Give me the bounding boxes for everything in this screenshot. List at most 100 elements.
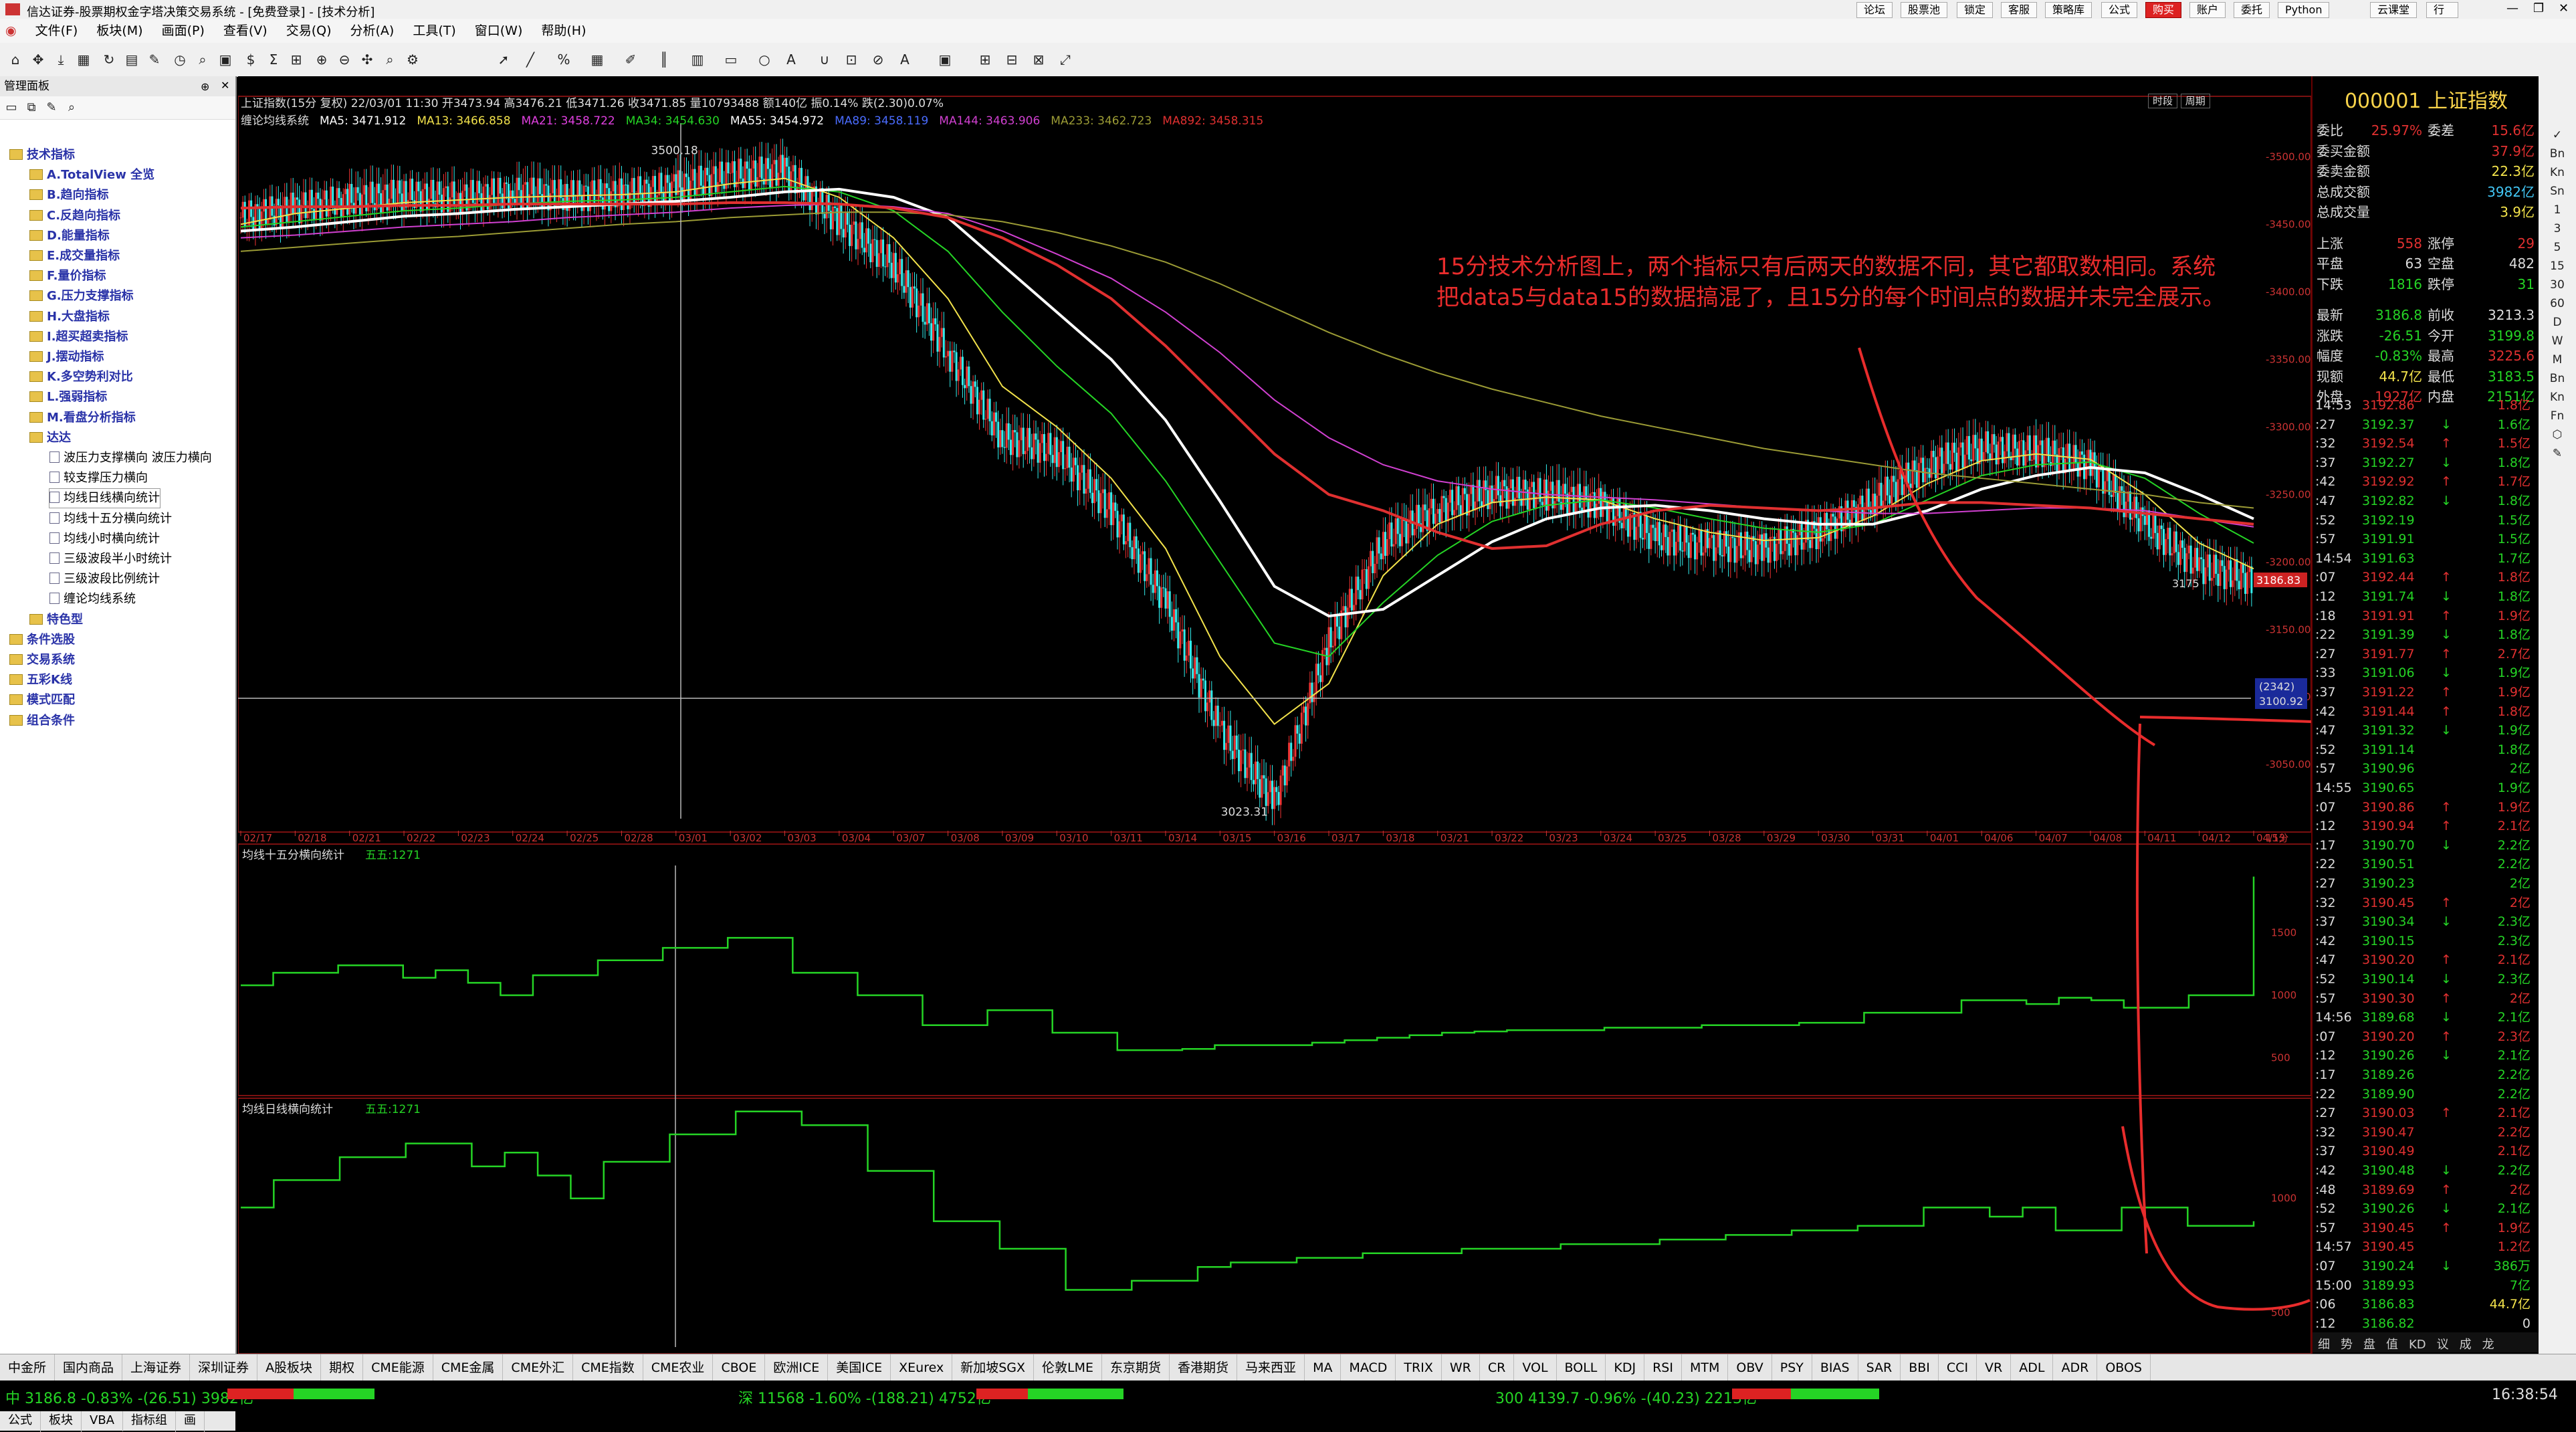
pointer-icon[interactable]: ✥: [29, 51, 47, 68]
edit-icon[interactable]: ✎: [146, 51, 163, 68]
expand-tool-icon[interactable]: ⤢: [1057, 51, 1074, 68]
save-tool-icon[interactable]: ▣: [936, 51, 954, 68]
tree-node-14[interactable]: 达达: [29, 429, 71, 447]
quote-tab-5[interactable]: 议: [2432, 1332, 2454, 1355]
bottom-tab-29[interactable]: MTM: [1682, 1354, 1729, 1381]
menu-item-1[interactable]: 板块(M): [96, 19, 142, 43]
zoom-out-icon[interactable]: ⊖: [336, 51, 353, 68]
bottom-tab-1[interactable]: 国内商品: [55, 1354, 123, 1381]
bottom-tab-38[interactable]: ADR: [2053, 1354, 2098, 1381]
quote-tab-7[interactable]: 龙: [2477, 1332, 2500, 1355]
download-icon[interactable]: ⤓: [52, 51, 70, 68]
magnify-icon[interactable]: ⌕: [381, 51, 399, 68]
panel-close-icon[interactable]: ✕: [221, 79, 229, 92]
tree-node-21[interactable]: 三级波段比例统计: [49, 570, 160, 589]
bottom-tab-27[interactable]: KDJ: [1606, 1354, 1645, 1381]
window-tool-icon[interactable]: ⊟: [1003, 51, 1021, 68]
new-icon[interactable]: ▭: [3, 99, 20, 116]
bottom-tab-26[interactable]: BOLL: [1557, 1354, 1606, 1381]
minimize-icon[interactable]: —: [2506, 1, 2518, 15]
tree-node-22[interactable]: 缠论均线系统: [49, 590, 136, 609]
lock-tool-icon[interactable]: ⊡: [843, 51, 860, 68]
menu-item-8[interactable]: 帮助(H): [541, 19, 586, 43]
quote-tab-3[interactable]: 值: [2381, 1332, 2403, 1355]
menu-item-5[interactable]: 分析(A): [350, 19, 394, 43]
right-tool-icon-14[interactable]: Kn: [2539, 388, 2576, 407]
right-tool-icon-10[interactable]: D: [2539, 313, 2576, 332]
layout-icon[interactable]: ▤: [123, 51, 140, 68]
percent-tool-icon[interactable]: %: [555, 51, 572, 68]
tree-node-5[interactable]: E.成交量指标: [29, 247, 120, 266]
menu-item-4[interactable]: 交易(Q): [286, 19, 332, 43]
home-icon[interactable]: ⌂: [7, 51, 24, 68]
bottom-tab-0[interactable]: 中金所: [0, 1354, 56, 1381]
right-tool-icon-15[interactable]: Fn: [2539, 407, 2576, 425]
menu-item-0[interactable]: 文件(F): [35, 19, 78, 43]
tree-node-13[interactable]: M.看盘分析指标: [29, 409, 136, 427]
right-tool-icon-16[interactable]: ⬡: [2539, 425, 2576, 444]
tab-session[interactable]: 时段: [2148, 94, 2178, 108]
tree-node-6[interactable]: F.量价指标: [29, 267, 106, 286]
menu-item-3[interactable]: 查看(V): [223, 19, 267, 43]
zoom-in-icon[interactable]: ⊕: [313, 51, 330, 68]
tree-node-9[interactable]: I.超买超卖指标: [29, 328, 128, 346]
tree-node-28[interactable]: 组合条件: [9, 712, 75, 730]
tree-node-8[interactable]: H.大盘指标: [29, 308, 110, 326]
bottom-tab-35[interactable]: CCI: [1939, 1354, 1977, 1381]
quote-tab-6[interactable]: 成: [2454, 1332, 2477, 1355]
tree-node-25[interactable]: 交易系统: [9, 651, 75, 670]
rect-tool-icon[interactable]: ▭: [722, 51, 740, 68]
tree-node-1[interactable]: A.TotalView 全览: [29, 166, 154, 185]
menu-item-6[interactable]: 工具(T): [413, 19, 455, 43]
right-tool-icon-12[interactable]: M: [2539, 350, 2576, 369]
bottom-tab-12[interactable]: 欧洲ICE: [765, 1354, 829, 1381]
bottom-tab-13[interactable]: 美国ICE: [828, 1354, 891, 1381]
right-tool-icon-2[interactable]: Kn: [2539, 163, 2576, 182]
table-tool-icon[interactable]: ▦: [588, 51, 606, 68]
calendar-icon[interactable]: ▣: [217, 51, 234, 68]
bottom-tab-5[interactable]: 期权: [321, 1354, 364, 1381]
bottom-tab-10[interactable]: CME农业: [643, 1354, 714, 1381]
bottom-tab-21[interactable]: MACD: [1341, 1354, 1396, 1381]
tree-node-20[interactable]: 三级波段半小时统计: [49, 550, 172, 569]
layout-tool-icon[interactable]: ⊞: [976, 51, 994, 68]
chart-type-icon[interactable]: ⊞: [288, 51, 305, 68]
bottom-tab-32[interactable]: BIAS: [1812, 1354, 1858, 1381]
circle-tool-icon[interactable]: ○: [756, 51, 773, 68]
bottom-tab-6[interactable]: CME能源: [363, 1354, 433, 1381]
quote-tab-0[interactable]: 细: [2313, 1332, 2335, 1355]
bottom-tab-39[interactable]: OBOS: [2097, 1354, 2151, 1381]
bottom-tab-17[interactable]: 东京期货: [1102, 1354, 1170, 1381]
bottom-tab-31[interactable]: PSY: [1772, 1354, 1812, 1381]
bottom-tab-34[interactable]: BBI: [1901, 1354, 1939, 1381]
top-button-4[interactable]: 策略库: [2045, 2, 2092, 18]
bottom-tab-22[interactable]: TRIX: [1396, 1354, 1442, 1381]
right-tool-icon-1[interactable]: Bn: [2539, 144, 2576, 163]
tree-node-23[interactable]: 特色型: [29, 611, 83, 629]
grid-icon[interactable]: ▦: [75, 51, 92, 68]
bottom-tab-8[interactable]: CME外汇: [503, 1354, 574, 1381]
tree-node-12[interactable]: L.强弱指标: [29, 388, 107, 407]
find-icon[interactable]: ⌕: [63, 99, 80, 116]
menu-item-7[interactable]: 窗口(W): [475, 19, 523, 43]
bottom-tab-36[interactable]: VR: [1977, 1354, 2012, 1381]
top-button-3[interactable]: 客服: [2001, 2, 2038, 18]
pin-icon[interactable]: ⊕: [201, 80, 209, 93]
bottom-tab-30[interactable]: OBV: [1728, 1354, 1772, 1381]
tree-node-18[interactable]: 均线十五分横向统计: [49, 510, 172, 528]
bottom-tab-20[interactable]: MA: [1305, 1354, 1341, 1381]
bottom-tab-18[interactable]: 香港期货: [1170, 1354, 1238, 1381]
top-button-0[interactable]: 论坛: [1856, 2, 1893, 18]
bottom-tab-3[interactable]: 深圳证券: [190, 1354, 258, 1381]
top-button-5[interactable]: 公式: [2101, 2, 2138, 18]
tree-node-27[interactable]: 模式匹配: [9, 691, 75, 710]
delete-tool-icon[interactable]: ⊘: [869, 51, 887, 68]
formula-icon[interactable]: Σ: [265, 51, 282, 68]
tree-node-16[interactable]: 较支撑压力横向: [49, 469, 148, 488]
tree-node-19[interactable]: 均线小时横向统计: [49, 530, 160, 548]
top-button-11[interactable]: 行情: [2426, 2, 2458, 31]
top-button-1[interactable]: 股票池: [1901, 2, 1948, 18]
bottom-tab-16[interactable]: 伦敦LME: [1034, 1354, 1103, 1381]
tree-node-11[interactable]: K.多空势利对比: [29, 368, 133, 387]
magnet-icon[interactable]: ∪: [816, 51, 833, 68]
